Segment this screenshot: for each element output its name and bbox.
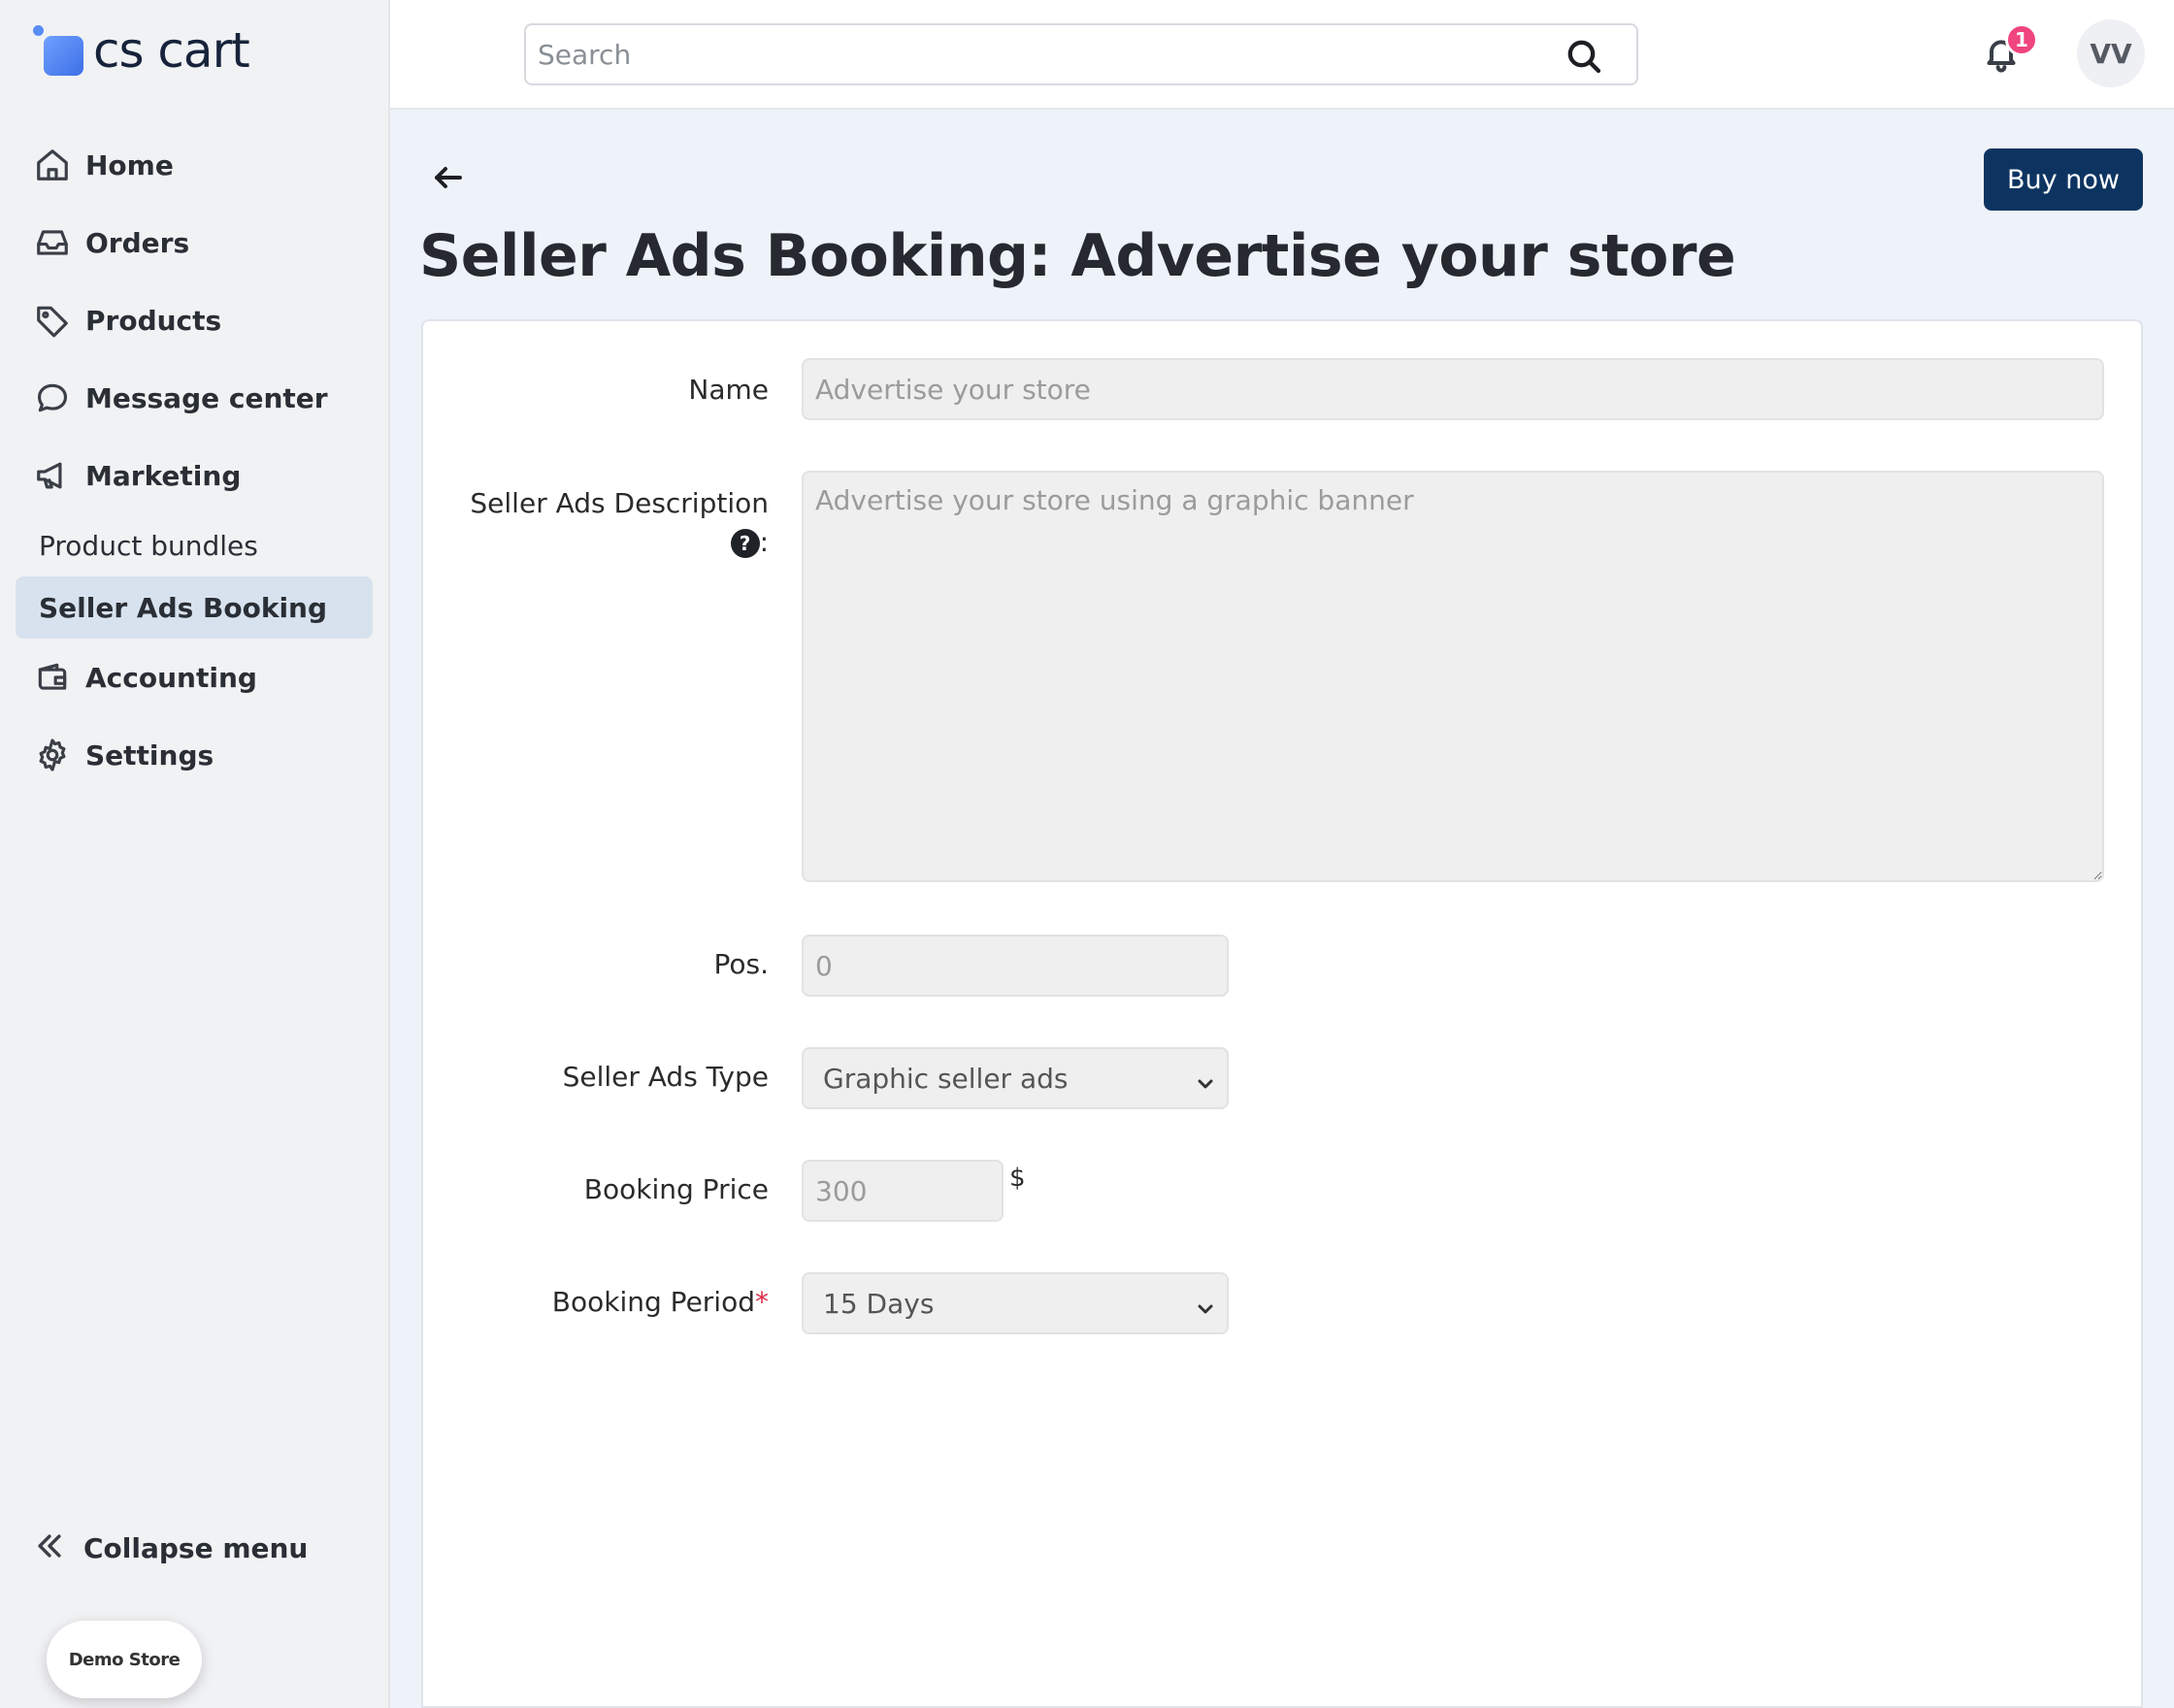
tag-icon [33, 301, 72, 340]
position-field[interactable] [802, 935, 1229, 997]
sidebar-item-label: Home [85, 148, 174, 181]
home-icon [33, 146, 72, 184]
name-label: Name [688, 374, 769, 406]
sidebar-item-message-center[interactable]: Message center [16, 359, 373, 437]
sidebar-item-marketing[interactable]: Marketing [16, 437, 373, 514]
booking-period-label: Booking Period [551, 1286, 755, 1318]
booking-period-label-block: Booking Period* [552, 1286, 769, 1318]
notification-count-badge: 1 [2005, 23, 2038, 56]
ads-type-label: Seller Ads Type [562, 1061, 769, 1093]
sidebar-item-accounting[interactable]: Accounting [16, 639, 373, 716]
chevron-down-icon [1196, 1068, 1215, 1089]
collapse-menu-button[interactable]: Collapse menu [33, 1529, 308, 1566]
help-icon[interactable]: ? [730, 529, 760, 558]
sidebar: cs cart Home Orders Products Message cen… [0, 0, 390, 1708]
page-title: Seller Ads Booking: Advertise your store [419, 222, 1736, 290]
search-input[interactable] [526, 25, 1535, 83]
sidebar-item-label: Settings [85, 739, 214, 772]
sidebar-item-label: Accounting [85, 661, 257, 694]
name-field[interactable] [802, 358, 2104, 420]
ads-type-select[interactable]: Graphic seller ads [802, 1047, 1229, 1109]
sidebar-item-label: Products [85, 304, 222, 337]
demo-store-button[interactable]: Demo Store [47, 1621, 202, 1698]
position-label: Pos. [713, 948, 769, 980]
user-avatar[interactable]: VV [2077, 19, 2145, 87]
booking-price-label: Booking Price [583, 1173, 769, 1205]
currency-symbol: $ [1009, 1164, 1026, 1193]
booking-price-field[interactable] [802, 1160, 1004, 1222]
sidebar-subitem-seller-ads-booking[interactable]: Seller Ads Booking [16, 576, 373, 639]
back-arrow-icon[interactable] [431, 160, 474, 203]
sidebar-item-label: Orders [85, 226, 190, 259]
buy-now-button[interactable]: Buy now [1984, 148, 2143, 211]
sidebar-item-home[interactable]: Home [16, 126, 373, 204]
description-label-block: Seller Ads Description ?: [470, 484, 769, 562]
inbox-icon [33, 223, 72, 262]
sidebar-item-label: Message center [85, 381, 328, 414]
booking-period-select[interactable]: 15 Days [802, 1272, 1229, 1334]
ads-type-selected-value: Graphic seller ads [823, 1062, 1069, 1095]
sidebar-item-label: Marketing [85, 459, 242, 492]
sidebar-nav: Home Orders Products Message center Mark… [16, 126, 373, 794]
description-label-colon: : [759, 526, 769, 558]
description-label: Seller Ads Description [470, 487, 769, 519]
logo-text: cs cart [93, 22, 250, 79]
chevron-down-icon [1196, 1294, 1215, 1314]
cs-cart-logo[interactable]: cs cart [31, 22, 250, 79]
double-chevron-left-icon [33, 1529, 66, 1566]
search-icon[interactable] [1565, 37, 1603, 76]
megaphone-icon [33, 456, 72, 495]
topbar: 1 VV [390, 0, 2174, 110]
booking-form-card: Name Seller Ads Description ?: Advertise… [421, 319, 2143, 1708]
wallet-icon [33, 658, 72, 697]
required-asterisk: * [755, 1286, 769, 1318]
main-content: Buy now Seller Ads Booking: Advertise yo… [390, 110, 2174, 1708]
chat-bubble-icon [33, 378, 72, 417]
description-textarea[interactable]: Advertise your store using a graphic ban… [802, 471, 2104, 882]
booking-period-selected-value: 15 Days [823, 1287, 935, 1320]
sidebar-item-orders[interactable]: Orders [16, 204, 373, 281]
collapse-menu-label: Collapse menu [83, 1531, 309, 1564]
sidebar-subitem-product-bundles[interactable]: Product bundles [16, 514, 373, 576]
sidebar-item-settings[interactable]: Settings [16, 716, 373, 794]
gear-icon [33, 736, 72, 774]
logo-mark-icon [31, 25, 85, 76]
sidebar-item-products[interactable]: Products [16, 281, 373, 359]
search-box [524, 23, 1638, 85]
